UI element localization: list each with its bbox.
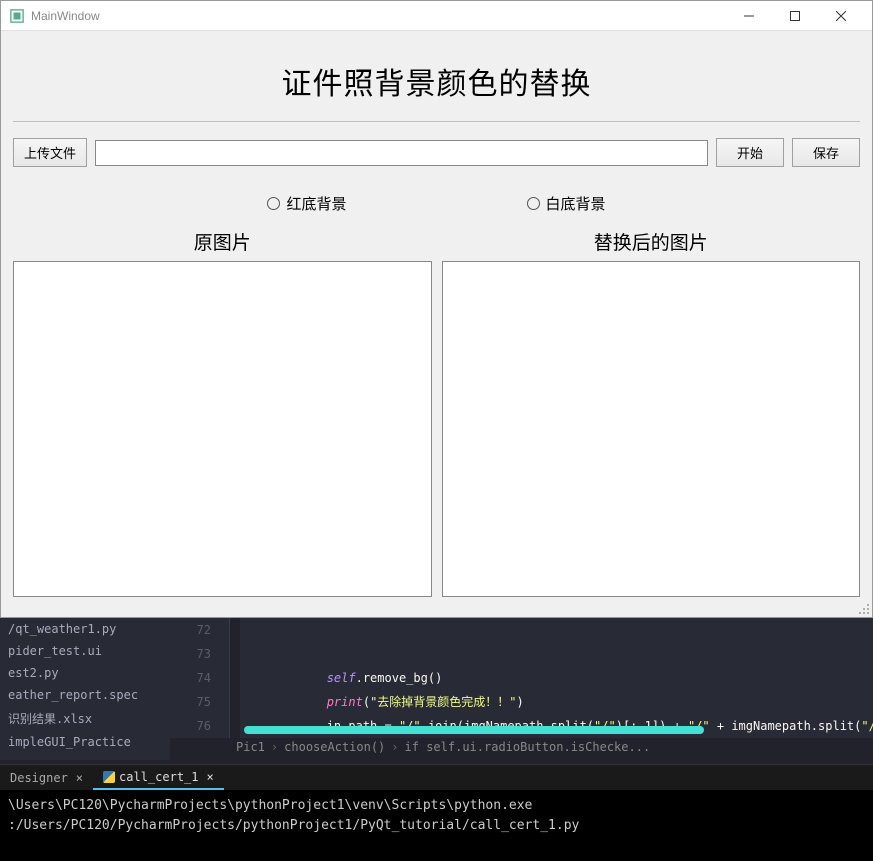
tab-designer[interactable]: Designer× bbox=[0, 767, 93, 789]
ide-terminal[interactable]: \Users\PC120\PycharmProjects\pythonProje… bbox=[0, 790, 873, 861]
minimize-button[interactable] bbox=[726, 1, 772, 31]
window-title: MainWindow bbox=[31, 9, 100, 23]
radio-icon bbox=[527, 197, 540, 210]
file-item[interactable]: 识别结果.xlsx bbox=[0, 706, 170, 731]
replaced-image-frame bbox=[442, 261, 861, 597]
page-title: 证件照背景颜色的替换 bbox=[13, 43, 860, 121]
divider bbox=[13, 121, 860, 122]
file-item[interactable]: impleGUI_Practice bbox=[0, 731, 170, 753]
radio-white-bg[interactable]: 白底背景 bbox=[527, 193, 606, 214]
radio-label: 白底背景 bbox=[546, 193, 606, 214]
ide-bottom-tabs: Designer× call_cert_1× bbox=[0, 764, 873, 790]
radio-label: 红底背景 bbox=[286, 193, 346, 214]
original-image-frame bbox=[13, 261, 432, 597]
resize-grip[interactable] bbox=[856, 601, 870, 615]
close-button[interactable] bbox=[818, 1, 864, 31]
ide-horizontal-scrollbar[interactable] bbox=[244, 726, 704, 734]
maximize-button[interactable] bbox=[772, 1, 818, 31]
replaced-image-label: 替换后的图片 bbox=[442, 228, 861, 255]
file-item[interactable]: eather_report.spec bbox=[0, 684, 170, 706]
ide-code-editor[interactable]: self.remove_bg() print("去除掉背景颜色完成！！") in… bbox=[240, 618, 873, 738]
upload-button[interactable]: 上传文件 bbox=[13, 138, 87, 167]
ide-line-numbers: 72 73 74 75 76 bbox=[170, 618, 230, 738]
file-item[interactable]: est2.py bbox=[0, 662, 170, 684]
python-icon bbox=[103, 771, 115, 783]
titlebar[interactable]: MainWindow bbox=[1, 1, 872, 31]
app-icon bbox=[9, 8, 25, 24]
file-item[interactable]: /qt_weather1.py bbox=[0, 618, 170, 640]
original-image-label: 原图片 bbox=[13, 228, 432, 255]
file-item[interactable]: pider_test.ui bbox=[0, 640, 170, 662]
radio-red-bg[interactable]: 红底背景 bbox=[267, 193, 346, 214]
main-window: MainWindow 证件照背景颜色的替换 上传文件 开始 保存 bbox=[0, 0, 873, 618]
radio-group: 红底背景 白底背景 bbox=[13, 193, 860, 214]
toolbar: 上传文件 开始 保存 bbox=[13, 138, 860, 167]
ide-background: /qt_weather1.py pider_test.ui est2.py ea… bbox=[0, 618, 873, 861]
start-button[interactable]: 开始 bbox=[716, 138, 784, 167]
ide-file-tree[interactable]: /qt_weather1.py pider_test.ui est2.py ea… bbox=[0, 618, 170, 760]
ide-breadcrumb[interactable]: Pic1›chooseAction()›if self.ui.radioButt… bbox=[236, 740, 650, 754]
tab-script[interactable]: call_cert_1× bbox=[93, 766, 224, 790]
path-input[interactable] bbox=[95, 140, 708, 166]
save-button[interactable]: 保存 bbox=[792, 138, 860, 167]
radio-icon bbox=[267, 197, 280, 210]
